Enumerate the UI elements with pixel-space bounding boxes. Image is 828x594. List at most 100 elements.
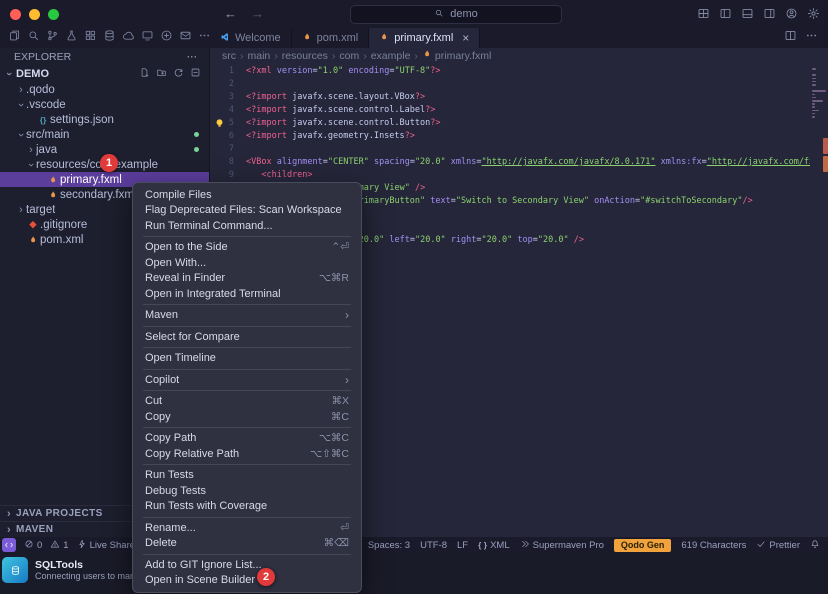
remote-icon[interactable] [141, 29, 154, 47]
lightbulb-icon[interactable] [214, 118, 225, 129]
menu-item-debug-tests[interactable]: Debug Tests [133, 483, 361, 499]
menu-item-add-to-git-ignore-list[interactable]: Add to GIT Ignore List... [133, 557, 361, 573]
minimap-line [812, 81, 816, 83]
menu-item-compile-files[interactable]: Compile Files [133, 187, 361, 203]
customize-layout-icon[interactable] [697, 7, 710, 25]
dchevron-icon [520, 539, 530, 552]
menu-item-copy-path[interactable]: Copy Path⌥⌘C [133, 431, 361, 447]
menu-item-delete[interactable]: Delete⌘⌫ [133, 536, 361, 552]
minimap-line [812, 100, 823, 102]
menu-item-copy-relative-path[interactable]: Copy Relative Path⌥⇧⌘C [133, 446, 361, 462]
status-utf-8[interactable]: UTF-8 [420, 540, 447, 551]
menu-shortcut: ⌘⌫ [324, 537, 349, 549]
close-window-button[interactable] [10, 9, 21, 20]
zoom-window-button[interactable] [48, 9, 59, 20]
tab-primary-fxml[interactable]: primary.fxml× [369, 28, 480, 48]
toggle-sidebar-right-icon[interactable] [763, 7, 776, 25]
status-lf[interactable]: LF [457, 540, 468, 551]
tree-item-label: src/main [26, 129, 69, 141]
close-tab-icon[interactable]: × [462, 31, 469, 45]
minimize-window-button[interactable] [29, 9, 40, 20]
menu-item-copilot[interactable]: Copilot› [133, 372, 361, 388]
tree-item-label: resources/com/example [36, 159, 158, 171]
cloud-icon[interactable] [122, 29, 135, 47]
menu-item-open-timeline[interactable]: Open Timeline [133, 351, 361, 367]
topbar: Welcomepom.xmlprimary.fxml× [0, 28, 828, 48]
status-warning-1[interactable]: 1 [50, 539, 68, 552]
nav-forward-icon[interactable]: → [251, 6, 264, 21]
collapse-all-icon[interactable] [190, 67, 201, 81]
status-zap-live-share[interactable]: Live Share [77, 539, 135, 552]
toggle-sidebar-left-icon[interactable] [719, 7, 732, 25]
minimap-line [812, 84, 816, 86]
more-icon[interactable] [805, 29, 818, 47]
menu-item-maven[interactable]: Maven› [133, 308, 361, 324]
breadcrumb-item[interactable]: com [339, 50, 359, 62]
menu-item-copy[interactable]: Copy⌘C [133, 409, 361, 425]
menu-item-run-tests-with-coverage[interactable]: Run Tests with Coverage [133, 499, 361, 515]
account-icon[interactable] [785, 7, 798, 25]
status-spaces-3[interactable]: Spaces: 3 [368, 540, 410, 551]
tree-item-src-main[interactable]: ›src/main [0, 127, 209, 142]
new-file-icon[interactable] [139, 67, 150, 81]
new-folder-icon[interactable] [156, 67, 167, 81]
files-icon[interactable] [8, 29, 21, 47]
nav-back-icon[interactable]: ← [224, 6, 237, 21]
status-xml[interactable]: { }XML [478, 540, 510, 551]
command-center[interactable]: demo [350, 5, 562, 24]
qodo-gen-badge[interactable]: Qodo Gen [614, 539, 672, 552]
refresh-icon[interactable] [173, 67, 184, 81]
submenu-arrow-icon: › [345, 373, 349, 387]
sqltools-icon [2, 557, 28, 583]
breadcrumb-item[interactable]: example [371, 50, 411, 62]
flask-icon[interactable] [65, 29, 78, 47]
tab-bar: Welcomepom.xmlprimary.fxml× [210, 28, 784, 48]
tab-welcome[interactable]: Welcome [210, 28, 292, 48]
menu-shortcut: ⌥⌘R [319, 272, 349, 284]
scm-icon[interactable] [46, 29, 59, 47]
mail-icon[interactable] [179, 29, 192, 47]
menu-item-open-in-scene-builder[interactable]: Open in Scene Builder [133, 573, 361, 589]
breadcrumb-file[interactable]: primary.fxml [422, 49, 491, 62]
menu-item-cut[interactable]: Cut⌘X [133, 394, 361, 410]
toggle-panel-icon[interactable] [741, 7, 754, 25]
menu-item-rename[interactable]: Rename...⏎ [133, 520, 361, 536]
status-supermaven-pro[interactable]: Supermaven Pro [520, 539, 604, 552]
breadcrumb-item[interactable]: main [248, 50, 271, 62]
menu-item-select-for-compare[interactable]: Select for Compare [133, 329, 361, 345]
line-number: 1 [210, 65, 246, 78]
menu-separator [143, 347, 351, 348]
explorer-more-icon[interactable]: ⋯ [187, 51, 198, 63]
database-icon[interactable] [103, 29, 116, 47]
menu-item-run-terminal-command[interactable]: Run Terminal Command... [133, 218, 361, 234]
status-error-0[interactable]: 0 [24, 539, 42, 552]
status-bell[interactable] [810, 539, 820, 552]
extensions-icon[interactable] [84, 29, 97, 47]
tree-item-qodo[interactable]: ›.qodo [0, 82, 209, 97]
settings-gear-icon[interactable] [807, 7, 820, 25]
menu-item-open-in-integrated-terminal[interactable]: Open in Integrated Terminal [133, 286, 361, 302]
breadcrumb-separator: › [240, 50, 244, 62]
tab-pom-xml[interactable]: pom.xml [292, 28, 370, 48]
menu-shortcut: ⌥⌘C [319, 432, 349, 444]
remote-indicator[interactable] [2, 538, 16, 552]
menu-item-open-to-the-side[interactable]: Open to the Side⌃⏎ [133, 240, 361, 256]
menu-item-open-with[interactable]: Open With... [133, 255, 361, 271]
breadcrumb-item[interactable]: src [222, 50, 236, 62]
status-prettier[interactable]: Prettier [756, 539, 800, 552]
menu-item-run-tests[interactable]: Run Tests [133, 468, 361, 484]
command-center-value: demo [450, 8, 478, 20]
status-bar: 01 Live Share Spaces: 3 UTF-8 LF { }XML Super… [0, 537, 828, 553]
search-icon[interactable] [27, 29, 40, 47]
error-icon [24, 539, 34, 552]
tree-item-settings-json[interactable]: {}settings.json [0, 112, 209, 127]
workspace-root-row[interactable]: › DEMO [0, 66, 209, 82]
menu-item-flag-deprecated-files-scan-workspace[interactable]: Flag Deprecated Files: Scan Workspace [133, 203, 361, 219]
breadcrumb-item[interactable]: resources [282, 50, 328, 62]
split-editor-icon[interactable] [784, 29, 797, 47]
menu-item-reveal-in-finder[interactable]: Reveal in Finder⌥⌘R [133, 271, 361, 287]
status-619-characters[interactable]: 619 Characters [681, 540, 746, 551]
minimap[interactable] [810, 63, 828, 537]
add-icon[interactable] [160, 29, 173, 47]
tree-item-vscode[interactable]: ›.vscode [0, 97, 209, 112]
